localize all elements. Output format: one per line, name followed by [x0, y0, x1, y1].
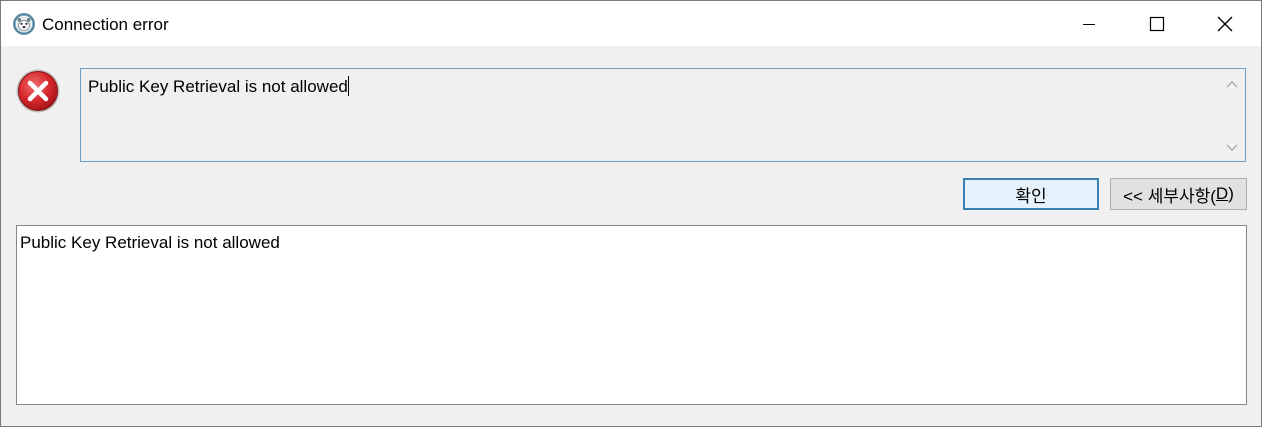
error-message-text: Public Key Retrieval is not allowed: [88, 76, 349, 96]
title-bar[interactable]: Connection error: [1, 1, 1261, 46]
scroll-up-arrow-icon[interactable]: [1224, 77, 1240, 91]
text-caret: [347, 76, 349, 96]
error-message-field[interactable]: Public Key Retrieval is not allowed: [80, 68, 1246, 162]
minimize-icon: [1083, 23, 1095, 25]
message-scrollbar[interactable]: [1219, 69, 1245, 161]
ok-button[interactable]: 확인: [963, 178, 1099, 210]
maximize-button[interactable]: [1123, 1, 1191, 46]
details-panel[interactable]: Public Key Retrieval is not allowed: [16, 225, 1247, 405]
close-icon: [1217, 16, 1233, 31]
details-toggle-button[interactable]: << 세부사항(D): [1110, 178, 1247, 210]
details-button-label-prefix: << 세부사항(: [1123, 186, 1216, 206]
details-button-mnemonic: D: [1215, 184, 1229, 203]
maximize-icon: [1149, 16, 1165, 31]
minimize-button[interactable]: [1055, 1, 1123, 46]
details-text: Public Key Retrieval is not allowed: [20, 233, 280, 252]
dialog-window: Connection error Public Key Retrieval is…: [0, 0, 1262, 427]
error-icon: [16, 69, 60, 113]
window-title: Connection error: [42, 15, 169, 34]
scroll-down-arrow-icon[interactable]: [1224, 141, 1240, 155]
details-button-label-suffix: ): [1228, 184, 1234, 203]
close-button[interactable]: [1191, 1, 1259, 46]
app-icon: [13, 13, 35, 35]
